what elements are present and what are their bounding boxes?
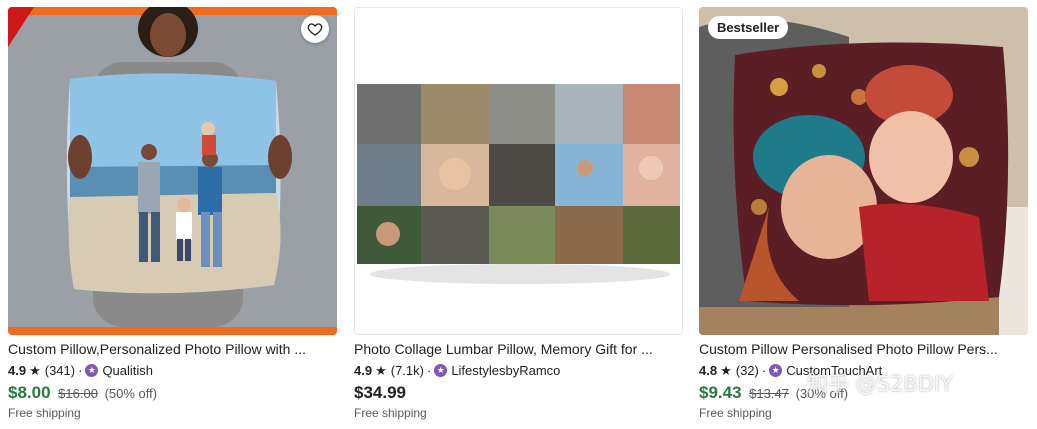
star-icon: ★ xyxy=(720,363,732,378)
pillow-photo-image xyxy=(8,7,337,335)
rating-value: 4.8 xyxy=(699,363,718,378)
separator-dot: · xyxy=(78,363,83,378)
rating-row: 4.9 ★ (7.1k) · ★ LifestylesbyRamco xyxy=(354,363,683,378)
watermark-text: 知乎 @S2BDIY xyxy=(807,372,953,396)
listing-image[interactable] xyxy=(8,7,337,335)
shipping-label: Free shipping xyxy=(699,406,772,420)
sale-price: $8.00 xyxy=(8,383,51,402)
price-row: $8.00 $16.00 (50% off) xyxy=(8,383,337,404)
original-price: $16.00 xyxy=(58,386,98,401)
favorite-button[interactable] xyxy=(301,15,329,43)
review-count: (7.1k) xyxy=(390,363,424,378)
sale-price: $9.43 xyxy=(699,383,742,402)
listing-card[interactable]: Photo Collage Lumbar Pillow, Memory Gift… xyxy=(354,7,683,420)
listing-image[interactable]: Bestseller xyxy=(699,7,1028,335)
star-seller-icon: ★ xyxy=(434,364,448,377)
rating-value: 4.9 xyxy=(8,363,27,378)
rating-row: 4.9 ★ (341) · ★ Qualitish xyxy=(8,363,337,378)
listing-title[interactable]: Photo Collage Lumbar Pillow, Memory Gift… xyxy=(354,341,683,358)
star-icon: ★ xyxy=(29,363,41,378)
shop-name[interactable]: Qualitish xyxy=(102,363,153,378)
listing-title[interactable]: Custom Pillow Personalised Photo Pillow … xyxy=(699,341,1028,358)
price: $34.99 xyxy=(354,383,406,402)
separator-dot: · xyxy=(426,363,432,378)
listing-card[interactable]: Bestseller Custom Pillow Personalised Ph… xyxy=(699,7,1028,420)
bestseller-badge: Bestseller xyxy=(708,16,789,39)
shop-name[interactable]: LifestylesbyRamco xyxy=(451,363,560,378)
separator-dot: · xyxy=(761,363,767,378)
listing-card[interactable]: Custom Pillow,Personalized Photo Pillow … xyxy=(8,7,337,420)
collage-pillow-image xyxy=(355,8,682,334)
review-count: (341) xyxy=(44,363,76,378)
review-count: (32) xyxy=(735,363,759,378)
portrait-pillow-image xyxy=(699,7,1028,335)
original-price: $13.47 xyxy=(749,386,789,401)
shipping-label: Free shipping xyxy=(354,406,427,420)
star-seller-icon: ★ xyxy=(769,364,783,377)
star-seller-icon: ★ xyxy=(85,364,99,377)
listing-title[interactable]: Custom Pillow,Personalized Photo Pillow … xyxy=(8,341,337,358)
discount-label: (50% off) xyxy=(104,386,158,401)
price-row: $34.99 xyxy=(354,383,683,404)
heart-icon xyxy=(307,23,323,36)
shipping-label: Free shipping xyxy=(8,406,81,420)
listing-image[interactable] xyxy=(354,7,683,335)
star-icon: ★ xyxy=(375,363,387,378)
rating-value: 4.9 xyxy=(354,363,373,378)
